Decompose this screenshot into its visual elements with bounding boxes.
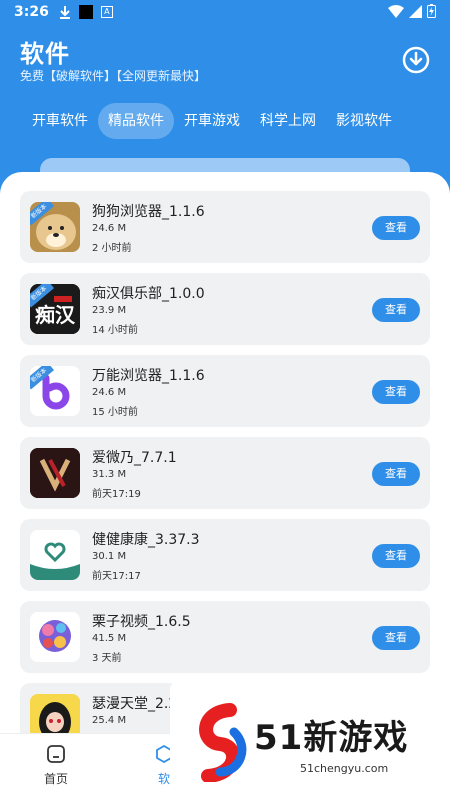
app-time: 前天17:19 bbox=[92, 489, 141, 500]
category-tabs: 开車软件 精品软件 开車游戏 科学上网 影视软件 bbox=[0, 103, 450, 139]
doge-icon: 新版本 bbox=[30, 202, 80, 252]
header: 3:26 A 软件 免费【破解软件】【全网更新最快】 开車软件 精品软件 开車游… bbox=[0, 0, 450, 190]
signal-icon bbox=[409, 4, 422, 18]
a-box-icon: A bbox=[100, 6, 113, 18]
tab-video-software[interactable]: 影视软件 bbox=[326, 103, 402, 139]
app-size: 30.1 M bbox=[92, 551, 127, 562]
app-time: 15 小时前 bbox=[92, 407, 138, 418]
status-time: 3:26 bbox=[14, 4, 49, 20]
app-size: 24.6 M bbox=[92, 223, 127, 234]
wanneng-icon: 新版本 bbox=[30, 366, 80, 416]
list-item[interactable]: 栗子视频_1.6.5 41.5 M 3 天前 查看 bbox=[20, 601, 430, 673]
nav-home[interactable]: 首页 bbox=[26, 744, 86, 787]
svg-text:痴汉: 痴汉 bbox=[35, 303, 76, 327]
list-item[interactable]: 健健康康_3.37.3 30.1 M 前天17:17 查看 bbox=[20, 519, 430, 591]
chihan-icon: 痴汉 新版本 bbox=[30, 284, 80, 334]
app-time: 前天17:17 bbox=[92, 571, 141, 582]
download-circle-icon[interactable] bbox=[402, 46, 430, 74]
app-time: 14 小时前 bbox=[92, 325, 138, 336]
watermark-url: 51chengyu.com bbox=[300, 762, 389, 775]
app-name: 爱微乃_7.7.1 bbox=[92, 450, 177, 466]
view-button[interactable]: 查看 bbox=[372, 626, 420, 650]
list-item[interactable]: 新版本 万能浏览器_1.1.6 24.6 M 15 小时前 查看 bbox=[20, 355, 430, 427]
view-button[interactable]: 查看 bbox=[372, 380, 420, 404]
status-bar: 3:26 A bbox=[0, 0, 450, 24]
app-name: 瑟漫天堂_2.2 bbox=[92, 696, 178, 712]
page-subtitle: 免费【破解软件】【全网更新最快】 bbox=[20, 69, 207, 83]
s-logo-icon bbox=[199, 703, 247, 782]
download-arrow-icon bbox=[59, 6, 70, 19]
list-item[interactable]: 新版本 狗狗浏览器_1.1.6 24.6 M 2 小时前 查看 bbox=[20, 191, 430, 263]
app-name: 痴汉俱乐部_1.0.0 bbox=[92, 286, 205, 302]
battery-icon bbox=[427, 4, 436, 18]
tab-premium-software[interactable]: 精品软件 bbox=[98, 103, 174, 139]
app-name: 栗子视频_1.6.5 bbox=[92, 614, 191, 630]
home-icon bbox=[47, 745, 65, 763]
view-button[interactable]: 查看 bbox=[372, 544, 420, 568]
aiweinai-icon bbox=[30, 448, 80, 498]
page-title: 软件 bbox=[20, 40, 70, 68]
app-time: 3 天前 bbox=[92, 653, 122, 664]
watermark-logo: 51新游戏 51chengyu.com bbox=[170, 680, 450, 800]
view-button[interactable]: 查看 bbox=[372, 216, 420, 240]
app-size: 23.9 M bbox=[92, 305, 127, 316]
nav-software-label: 软 bbox=[157, 772, 170, 786]
app-name: 健健康康_3.37.3 bbox=[92, 532, 200, 548]
app-time: 2 小时前 bbox=[92, 243, 132, 254]
app-size: 41.5 M bbox=[92, 633, 127, 644]
watermark-text: 51新游戏 bbox=[254, 718, 409, 758]
tab-kaiche-software[interactable]: 开車软件 bbox=[22, 103, 98, 139]
wifi-icon bbox=[388, 4, 404, 18]
app-size: 24.6 M bbox=[92, 387, 127, 398]
black-square-icon bbox=[78, 5, 93, 19]
app-size: 25.4 M bbox=[92, 715, 127, 726]
list-item[interactable]: 痴汉 新版本 痴汉俱乐部_1.0.0 23.9 M 14 小时前 查看 bbox=[20, 273, 430, 345]
app-size: 31.3 M bbox=[92, 469, 127, 480]
app-name: 狗狗浏览器_1.1.6 bbox=[92, 204, 205, 220]
tab-vpn[interactable]: 科学上网 bbox=[250, 103, 326, 139]
heart-icon bbox=[30, 530, 80, 580]
view-button[interactable]: 查看 bbox=[372, 298, 420, 322]
tab-kaiche-games[interactable]: 开車游戏 bbox=[174, 103, 250, 139]
lizi-icon bbox=[30, 612, 80, 662]
view-button[interactable]: 查看 bbox=[372, 462, 420, 486]
app-name: 万能浏览器_1.1.6 bbox=[92, 368, 205, 384]
list-item[interactable]: 爱微乃_7.7.1 31.3 M 前天17:19 查看 bbox=[20, 437, 430, 509]
nav-home-label: 首页 bbox=[43, 772, 68, 786]
